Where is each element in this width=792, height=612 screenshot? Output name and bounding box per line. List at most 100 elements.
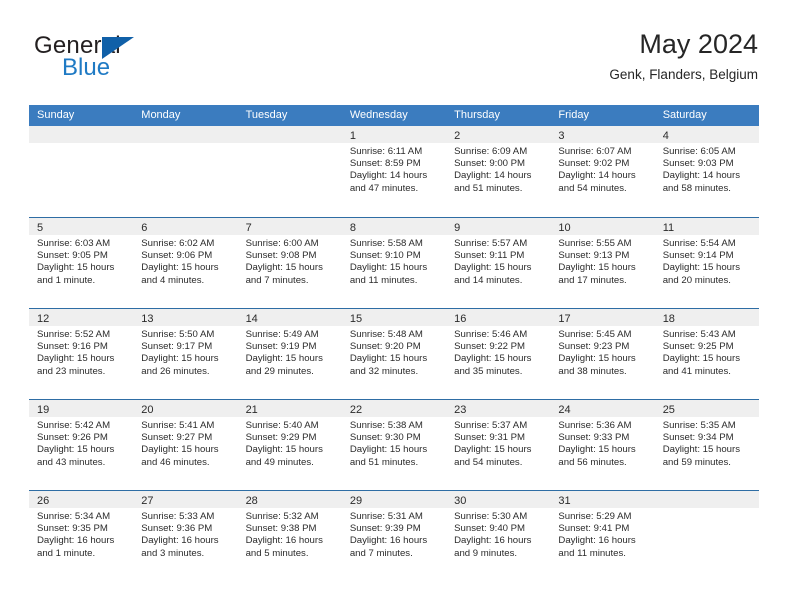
sunrise-text: Sunrise: 5:49 AM [245, 329, 319, 340]
weekday-header-wednesday: Wednesday [349, 109, 408, 121]
daylight-text-line1: Daylight: 16 hours [454, 535, 532, 547]
daylight-text-line2: and 7 minutes. [349, 547, 413, 559]
sunset-text: Sunset: 9:03 PM [662, 158, 734, 170]
daylight-text-line2: and 35 minutes. [454, 365, 523, 377]
day-details: Sunrise: 5:49 AM Sunset: 9:19 PM Daylight:… [238, 326, 342, 378]
day-number: 21 [245, 404, 258, 416]
day-cell[interactable]: 1 Sunrise: 6:11 AM Sunset: 8:59 PM Daylight… [341, 126, 447, 217]
sunset-text: Sunset: 9:33 PM [558, 432, 630, 444]
day-cell[interactable]: 2 Sunrise: 6:09 AM Sunset: 9:00 PM Daylight… [446, 126, 551, 217]
day-cell[interactable]: 23 Sunrise: 5:37 AM Sunset: 9:31 PM Dayligh… [446, 400, 551, 490]
daylight-text-line1: Daylight: 15 hours [662, 353, 741, 365]
daylight-text-line2: and 7 minutes. [245, 274, 309, 286]
brand-logo[interactable]: General Blue [34, 32, 264, 88]
daylight-text-line2: and 3 minutes. [141, 547, 205, 559]
daylight-text-line2: and 5 minutes. [245, 547, 309, 559]
day-cell[interactable]: 29 Sunrise: 5:31 AM Sunset: 9:39 PM Dayligh… [341, 491, 447, 581]
sunrise-text: Sunrise: 5:54 AM [662, 238, 736, 249]
day-number: 18 [662, 313, 675, 325]
sunrise-text: Sunrise: 6:05 AM [662, 146, 736, 157]
sunset-text: Sunset: 9:25 PM [662, 341, 734, 353]
sunrise-text: Sunrise: 6:00 AM [245, 238, 319, 249]
calendar-weeks: 1 Sunrise: 6:11 AM Sunset: 8:59 PM Daylight… [29, 126, 759, 581]
daylight-text-line2: and 58 minutes. [662, 182, 731, 194]
sunset-text: Sunset: 9:39 PM [349, 523, 421, 535]
day-cell-empty [29, 126, 134, 217]
day-details: Sunrise: 5:57 AM Sunset: 9:11 PM Daylight:… [446, 235, 550, 287]
daylight-text-line2: and 29 minutes. [245, 365, 314, 377]
day-cell[interactable]: 25 Sunrise: 5:35 AM Sunset: 9:34 PM Dayligh… [654, 400, 759, 490]
day-cell[interactable]: 22 Sunrise: 5:38 AM Sunset: 9:30 PM Dayligh… [341, 400, 447, 490]
day-number-strip: 29 [341, 491, 447, 508]
day-cell[interactable]: 12 Sunrise: 5:52 AM Sunset: 9:16 PM Dayligh… [29, 309, 134, 399]
day-number: 28 [245, 495, 258, 507]
day-cell[interactable]: 15 Sunrise: 5:48 AM Sunset: 9:20 PM Dayligh… [341, 309, 447, 399]
sunrise-text: Sunrise: 5:36 AM [558, 420, 632, 431]
sunrise-text: Sunrise: 5:50 AM [141, 329, 215, 340]
day-details: Sunrise: 5:37 AM Sunset: 9:31 PM Daylight:… [446, 417, 550, 469]
day-cell[interactable]: 20 Sunrise: 5:41 AM Sunset: 9:27 PM Dayligh… [133, 400, 238, 490]
day-cell[interactable]: 4 Sunrise: 6:05 AM Sunset: 9:03 PM Daylight… [654, 126, 759, 217]
day-cell[interactable]: 3 Sunrise: 6:07 AM Sunset: 9:02 PM Daylight… [550, 126, 655, 217]
day-cell[interactable]: 26 Sunrise: 5:34 AM Sunset: 9:35 PM Dayligh… [29, 491, 134, 581]
day-details: Sunrise: 5:30 AM Sunset: 9:40 PM Daylight:… [446, 508, 550, 560]
day-number: 20 [141, 404, 154, 416]
day-cell[interactable]: 16 Sunrise: 5:46 AM Sunset: 9:22 PM Dayligh… [446, 309, 551, 399]
calendar-week-row: 19 Sunrise: 5:42 AM Sunset: 9:26 PM Dayligh… [29, 399, 759, 490]
sunrise-text: Sunrise: 5:58 AM [349, 238, 423, 249]
day-number-strip: 10 [550, 218, 655, 235]
day-cell[interactable]: 17 Sunrise: 5:45 AM Sunset: 9:23 PM Dayligh… [550, 309, 655, 399]
day-number: 12 [37, 313, 50, 325]
daylight-text-line1: Daylight: 15 hours [245, 444, 323, 456]
day-cell[interactable]: 8 Sunrise: 5:58 AM Sunset: 9:10 PM Daylight… [341, 218, 447, 308]
day-number-strip [29, 126, 134, 143]
day-cell[interactable]: 28 Sunrise: 5:32 AM Sunset: 9:38 PM Dayligh… [237, 491, 342, 581]
daylight-text-line2: and 54 minutes. [558, 182, 627, 194]
day-details: Sunrise: 5:52 AM Sunset: 9:16 PM Daylight:… [29, 326, 133, 378]
day-number-strip: 30 [446, 491, 551, 508]
day-cell[interactable]: 19 Sunrise: 5:42 AM Sunset: 9:26 PM Dayligh… [29, 400, 134, 490]
day-number-strip: 25 [654, 400, 759, 417]
day-cell[interactable]: 21 Sunrise: 5:40 AM Sunset: 9:29 PM Dayligh… [237, 400, 342, 490]
day-details: Sunrise: 5:41 AM Sunset: 9:27 PM Daylight:… [133, 417, 237, 469]
day-cell[interactable]: 10 Sunrise: 5:55 AM Sunset: 9:13 PM Dayligh… [550, 218, 655, 308]
calendar-week-row: 1 Sunrise: 6:11 AM Sunset: 8:59 PM Daylight… [29, 126, 759, 217]
day-number: 24 [558, 404, 571, 416]
day-cell[interactable]: 9 Sunrise: 5:57 AM Sunset: 9:11 PM Daylight… [446, 218, 551, 308]
day-cell[interactable]: 30 Sunrise: 5:30 AM Sunset: 9:40 PM Dayligh… [446, 491, 551, 581]
day-details: Sunrise: 6:03 AM Sunset: 9:05 PM Daylight:… [29, 235, 133, 287]
day-number-strip [133, 126, 238, 143]
day-cell[interactable]: 27 Sunrise: 5:33 AM Sunset: 9:36 PM Dayligh… [133, 491, 238, 581]
day-number: 2 [454, 130, 461, 142]
day-number: 27 [141, 495, 154, 507]
sunset-text: Sunset: 9:13 PM [558, 250, 630, 262]
day-number-strip: 13 [133, 309, 238, 326]
day-details: Sunrise: 5:50 AM Sunset: 9:17 PM Daylight:… [133, 326, 237, 378]
day-number: 5 [37, 222, 44, 234]
day-cell[interactable]: 6 Sunrise: 6:02 AM Sunset: 9:06 PM Daylight… [133, 218, 238, 308]
sunrise-text: Sunrise: 5:34 AM [37, 511, 111, 522]
daylight-text-line1: Daylight: 15 hours [141, 353, 219, 365]
sunrise-text: Sunrise: 5:52 AM [37, 329, 111, 340]
day-cell[interactable]: 11 Sunrise: 5:54 AM Sunset: 9:14 PM Dayligh… [654, 218, 759, 308]
daylight-text-line2: and 9 minutes. [454, 547, 518, 559]
day-cell[interactable]: 24 Sunrise: 5:36 AM Sunset: 9:33 PM Dayligh… [550, 400, 655, 490]
day-cell[interactable]: 18 Sunrise: 5:43 AM Sunset: 9:25 PM Dayligh… [654, 309, 759, 399]
daylight-text-line1: Daylight: 16 hours [558, 535, 636, 547]
day-cell[interactable]: 31 Sunrise: 5:29 AM Sunset: 9:41 PM Dayligh… [550, 491, 655, 581]
day-number-strip: 6 [133, 218, 238, 235]
day-cell[interactable]: 5 Sunrise: 6:03 AM Sunset: 9:05 PM Daylight… [29, 218, 134, 308]
sunrise-text: Sunrise: 6:07 AM [558, 146, 632, 157]
day-details: Sunrise: 6:02 AM Sunset: 9:06 PM Daylight:… [133, 235, 237, 287]
daylight-text-line2: and 43 minutes. [37, 456, 106, 468]
weekday-header-thursday: Thursday [454, 109, 500, 121]
sunset-text: Sunset: 9:20 PM [349, 341, 421, 353]
day-cell[interactable]: 14 Sunrise: 5:49 AM Sunset: 9:19 PM Dayligh… [237, 309, 342, 399]
day-details: Sunrise: 5:54 AM Sunset: 9:14 PM Daylight:… [655, 235, 759, 287]
day-number-strip: 9 [446, 218, 551, 235]
day-number: 29 [349, 495, 363, 507]
calendar-week-row: 12 Sunrise: 5:52 AM Sunset: 9:16 PM Dayligh… [29, 308, 759, 399]
day-cell[interactable]: 13 Sunrise: 5:50 AM Sunset: 9:17 PM Dayligh… [133, 309, 238, 399]
day-number-strip: 3 [550, 126, 655, 143]
day-cell[interactable]: 7 Sunrise: 6:00 AM Sunset: 9:08 PM Daylight… [237, 218, 342, 308]
